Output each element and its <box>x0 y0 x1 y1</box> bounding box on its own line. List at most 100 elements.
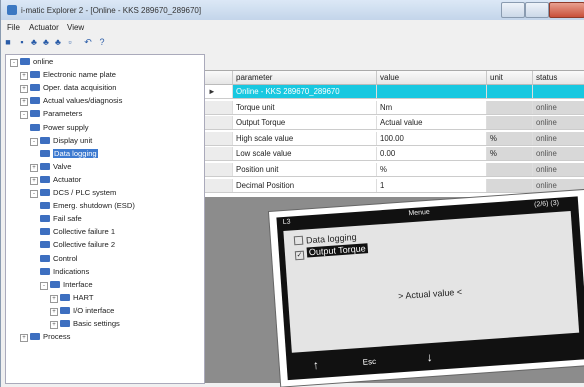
minimize-button[interactable] <box>501 2 525 18</box>
connect-icon[interactable]: ♣ <box>29 37 39 47</box>
row-header[interactable] <box>205 131 233 145</box>
table-row[interactable]: ► Online - KKS 289670_289670 <box>205 85 584 99</box>
folder-icon <box>50 280 60 288</box>
table-row[interactable]: High scale value 100.00% online <box>205 131 584 146</box>
tree-node[interactable]: Collective failure 1 <box>40 227 115 237</box>
folder-icon <box>40 241 50 249</box>
cell-status[interactable]: online <box>533 116 584 130</box>
cell-unit[interactable] <box>487 178 533 192</box>
expand-icon[interactable]: + <box>30 176 38 185</box>
tree-node[interactable]: - Interface <box>40 280 93 290</box>
row-header[interactable] <box>205 147 233 161</box>
cell-parameter[interactable]: Torque unit <box>233 100 377 114</box>
row-header[interactable]: ► <box>205 85 233 98</box>
cell-parameter[interactable]: Low scale value <box>233 147 377 161</box>
row-header[interactable] <box>205 100 233 114</box>
menu-actuator[interactable]: Actuator <box>29 23 59 32</box>
cell-value[interactable]: Nm <box>377 100 487 114</box>
cell-parameter[interactable]: High scale value <box>233 131 377 145</box>
cell-status[interactable] <box>533 85 584 98</box>
column-header-parameter[interactable]: parameter <box>233 71 377 85</box>
help-icon[interactable]: ? <box>97 37 107 47</box>
row-header[interactable] <box>205 163 233 176</box>
cell-parameter[interactable]: Output Torque <box>233 116 377 130</box>
upload-icon[interactable]: ♣ <box>41 37 51 47</box>
cell-status[interactable]: online <box>533 100 584 114</box>
menu-view[interactable]: View <box>67 23 84 32</box>
disconnect-icon[interactable]: ▫ <box>65 37 75 47</box>
table-row[interactable]: Decimal Position 1 online <box>205 178 584 193</box>
tree-node[interactable]: Data logging <box>40 148 98 159</box>
expand-icon[interactable]: + <box>20 98 28 107</box>
cell-unit[interactable] <box>487 116 533 130</box>
table-row[interactable]: Low scale value 0.00% online <box>205 147 584 162</box>
table-row[interactable]: Position unit% online <box>205 163 584 177</box>
close-button[interactable] <box>549 2 584 18</box>
tree-node[interactable]: + Electronic name plate <box>20 70 116 81</box>
cell-unit[interactable] <box>487 163 533 176</box>
cell-value[interactable]: 0.00 <box>377 147 487 161</box>
cell-status[interactable]: online <box>533 163 584 176</box>
cell-parameter[interactable]: Online - KKS 289670_289670 <box>233 85 377 98</box>
tree-node[interactable]: + Actual values/diagnosis <box>20 96 122 107</box>
tree-node[interactable]: Emerg. shutdown (ESD) <box>40 201 135 211</box>
tree-node[interactable]: + Basic settings <box>50 319 120 329</box>
menu-file[interactable]: File <box>7 23 20 32</box>
cell-unit[interactable] <box>487 85 533 98</box>
expand-icon[interactable]: + <box>20 72 28 81</box>
tree-node[interactable]: Collective failure 2 <box>40 240 115 250</box>
collapse-icon[interactable]: - <box>40 281 48 290</box>
tree-node[interactable]: - Display unit <box>30 136 92 146</box>
tree-node[interactable]: Power supply <box>30 123 89 133</box>
collapse-icon[interactable]: - <box>10 59 18 67</box>
column-header-value[interactable]: value <box>377 71 487 85</box>
expand-icon[interactable]: + <box>50 321 58 329</box>
cell-value[interactable]: 1 <box>377 178 487 192</box>
column-header-unit[interactable]: unit <box>487 71 533 85</box>
cell-parameter[interactable]: Decimal Position <box>233 178 377 192</box>
expand-icon[interactable]: + <box>20 334 28 343</box>
table-row[interactable]: Output Torque Actual value online <box>205 116 584 131</box>
expand-icon[interactable]: + <box>30 163 38 172</box>
tree-node[interactable]: Indications <box>40 267 89 277</box>
cell-value[interactable]: 100.00 <box>377 131 487 145</box>
tree-node[interactable]: - DCS / PLC system <box>30 188 116 198</box>
collapse-icon[interactable]: - <box>30 137 38 146</box>
collapse-icon[interactable]: - <box>30 190 38 198</box>
row-header[interactable] <box>205 178 233 192</box>
tree-node[interactable]: + Valve <box>30 162 71 172</box>
download-icon[interactable]: ♣ <box>53 37 63 47</box>
cell-unit[interactable]: % <box>487 131 533 145</box>
table-row[interactable]: Torque unit Nm online <box>205 100 584 115</box>
cell-value[interactable]: % <box>377 163 487 176</box>
cell-unit[interactable]: % <box>487 147 533 161</box>
cell-unit[interactable] <box>487 100 533 114</box>
undo-icon[interactable]: ↶ <box>83 37 93 47</box>
expand-icon[interactable]: + <box>50 294 58 303</box>
lcd-page-indicator: (2/6) (3) <box>533 199 560 209</box>
tree-node[interactable]: + Actuator <box>30 175 81 185</box>
cell-value[interactable]: Actual value <box>377 116 487 130</box>
tree-node[interactable]: Fail safe <box>40 214 82 224</box>
tree-node[interactable]: + I/O interface <box>50 306 114 316</box>
expand-icon[interactable]: + <box>50 307 58 316</box>
tree-node[interactable]: + HART <box>50 293 94 303</box>
collapse-icon[interactable]: - <box>20 111 28 120</box>
tree-node[interactable]: - Parameters <box>20 109 82 120</box>
folder-icon <box>40 189 50 196</box>
cell-status[interactable]: online <box>533 131 584 145</box>
save-icon[interactable]: ■ <box>3 37 13 47</box>
tree-node[interactable]: Control <box>40 254 77 264</box>
folder-icon <box>20 58 30 65</box>
column-header-status[interactable]: status <box>533 71 584 85</box>
maximize-button[interactable] <box>525 2 549 18</box>
cell-parameter[interactable]: Position unit <box>233 163 377 176</box>
tree-node[interactable]: + Process <box>20 332 70 343</box>
cell-status[interactable]: online <box>533 147 584 161</box>
tree-node[interactable]: + Oper. data acquisition <box>20 83 116 94</box>
open-icon[interactable]: ▪ <box>17 37 27 47</box>
tree-node[interactable]: - online <box>10 57 53 67</box>
cell-value[interactable] <box>377 85 487 98</box>
expand-icon[interactable]: + <box>20 85 28 94</box>
row-header[interactable] <box>205 116 233 130</box>
